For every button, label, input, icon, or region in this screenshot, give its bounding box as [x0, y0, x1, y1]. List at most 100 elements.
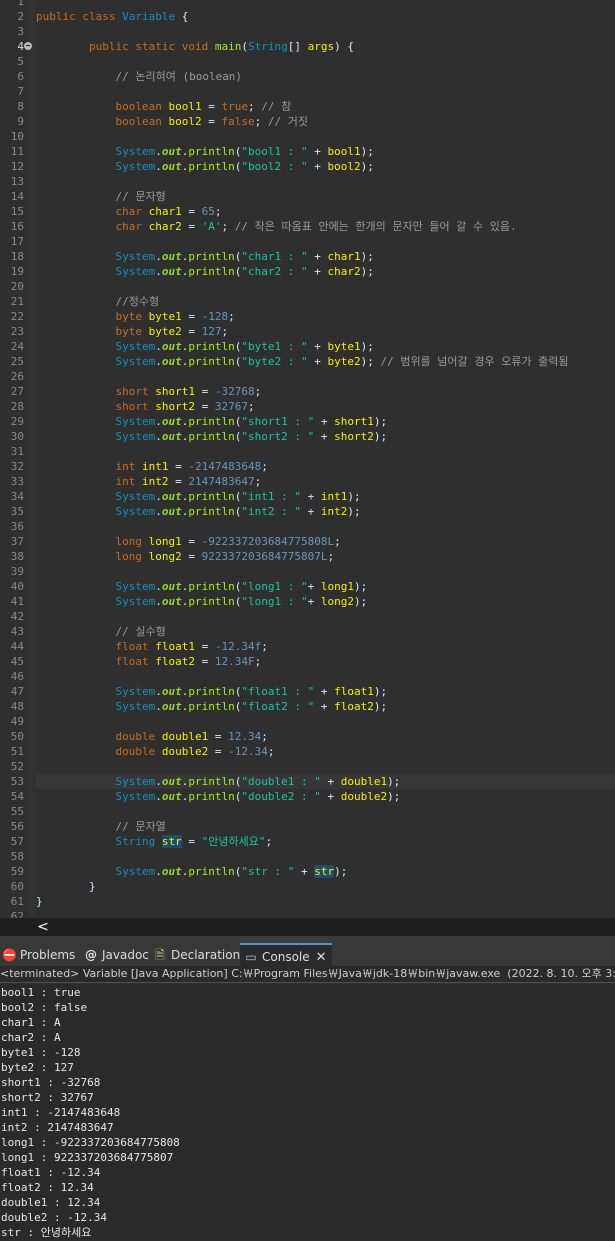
line-number: 26	[10, 370, 24, 383]
horizontal-scrollbar[interactable]: <	[0, 918, 615, 936]
line-number: 42	[10, 610, 24, 623]
view-tab-bar: ⛔ Problems @ Javadoc 🗎 Declaration ▭ Console…	[0, 943, 615, 967]
tab-label: Console	[262, 950, 310, 964]
code-line-56: // 문자열	[115, 820, 166, 833]
code-line-37: long long1 = -922337203684775808L;	[115, 535, 341, 548]
code-line-21: //정수형	[115, 295, 160, 308]
console-output-line: double1 : 12.34	[1, 1196, 101, 1209]
line-number: 50	[10, 730, 24, 743]
console-output-line: int2 : 2147483647	[1, 1121, 114, 1134]
code-line-2: public class Variable {	[36, 10, 189, 23]
line-number: 29	[10, 415, 24, 428]
line-number: 10	[10, 130, 24, 143]
console-output-line: char1 : A	[1, 1016, 61, 1029]
line-number: 48	[10, 700, 24, 713]
code-line-44: float float1 = -12.34f;	[115, 640, 268, 653]
code-line-45: float float2 = 12.34F;	[115, 655, 262, 668]
code-line-23: byte byte2 = 127;	[115, 325, 229, 338]
console-output-line: float2 : 12.34	[1, 1181, 94, 1194]
code-line-6: // 논리혀여 (boolean)	[115, 70, 243, 83]
code-line-57: String str = "안녕하세요";	[115, 835, 273, 848]
code-line-12: System.out.println("bool2 : " + bool2);	[115, 160, 374, 173]
line-number: 14	[10, 190, 24, 203]
line-number: 28	[10, 400, 24, 413]
line-number: 61	[10, 895, 24, 908]
javadoc-icon: @	[85, 948, 97, 962]
line-number: 44	[10, 640, 24, 653]
line-number: 1	[17, 0, 24, 8]
code-line-47: System.out.println("float1 : " + float1)…	[115, 685, 388, 698]
code-line-50: double double1 = 12.34;	[115, 730, 268, 743]
code-line-19: System.out.println("char2 : " + char2);	[115, 265, 374, 278]
console-output[interactable]: bool1 : true bool2 : false char1 : A char2 …	[0, 984, 615, 1241]
line-number: 21	[10, 295, 24, 308]
console-output-line: bool1 : true	[1, 986, 81, 999]
console-output-line: char2 : A	[1, 1031, 61, 1044]
line-number: 34	[10, 490, 24, 503]
console-output-line: float1 : -12.34	[1, 1166, 101, 1179]
line-number: 59	[10, 865, 24, 878]
tab-javadoc[interactable]: @ Javadoc	[84, 943, 150, 967]
code-line-43: // 실수형	[115, 625, 166, 638]
scroll-left-arrow-icon[interactable]: <	[36, 918, 50, 936]
code-line-4: public static void main(String[] args) {	[88, 40, 354, 53]
line-number: 7	[17, 85, 24, 98]
line-number: 41	[10, 595, 24, 608]
code-area[interactable]: public class Variable { public static vo…	[36, 0, 615, 918]
line-number: 25	[10, 355, 24, 368]
tab-label: Javadoc	[102, 948, 149, 962]
console-output-line: double2 : -12.34	[1, 1211, 107, 1224]
panel-divider[interactable]	[0, 936, 615, 943]
line-number: 20	[10, 280, 24, 293]
code-line-33: int int2 = 2147483647;	[115, 475, 262, 488]
code-line-29: System.out.println("short1 : " + short1)…	[115, 415, 388, 428]
code-line-25: System.out.println("byte2 : " + byte2); …	[115, 355, 569, 368]
tab-problems[interactable]: ⛔ Problems	[2, 943, 78, 967]
code-line-59: System.out.println("str : " + str);	[115, 865, 348, 878]
line-number: 12	[10, 160, 24, 173]
code-line-53-current: System.out.println("double1 : " + double…	[36, 774, 615, 789]
line-number: 31	[10, 445, 24, 458]
line-number: 51	[10, 745, 24, 758]
console-output-line: byte1 : -128	[1, 1046, 81, 1059]
code-line-16: char char2 = 'A'; // 작은 따옴표 안에는 한개의 문자만 …	[115, 220, 517, 233]
console-output-line: str : 안녕하세요	[1, 1226, 92, 1239]
line-number: 23	[10, 325, 24, 338]
tab-label: Declaration	[171, 948, 241, 962]
line-number: 24	[10, 340, 24, 353]
line-number: 17	[10, 235, 24, 248]
line-number: 62	[10, 910, 24, 918]
code-line-32: int int1 = -2147483648;	[115, 460, 268, 473]
line-number: 5	[17, 55, 24, 68]
code-line-24: System.out.println("byte1 : " + byte1);	[115, 340, 374, 353]
line-number: 13	[10, 175, 24, 188]
code-line-9: boolean bool2 = false; // 거짓	[115, 115, 308, 128]
console-output-line: short2 : 32767	[1, 1091, 94, 1104]
code-line-38: long long2 = 922337203684775807L;	[115, 550, 335, 563]
code-line-30: System.out.println("short2 : " + short2)…	[115, 430, 388, 443]
line-number: 36	[10, 520, 24, 533]
line-number: 55	[10, 805, 24, 818]
console-output-line: long1 : 922337203684775807	[1, 1151, 174, 1164]
declaration-icon: 🗎	[155, 948, 165, 962]
code-line-61: }	[36, 895, 43, 908]
code-line-41: System.out.println("long1 : "+ long2);	[115, 595, 368, 608]
line-number: 33	[10, 475, 24, 488]
line-number: 43	[10, 625, 24, 638]
code-line-34: System.out.println("int1 : " + int1);	[115, 490, 361, 503]
line-number: 27	[10, 385, 24, 398]
line-number: 60	[10, 880, 24, 893]
line-number: 32	[10, 460, 24, 473]
line-number: 40	[10, 580, 24, 593]
code-editor[interactable]: 1 2 3 4 5 6 7 8 9 10 11 12 13 14 15 16 17 18 19 20 21 22 23 24 2…	[0, 0, 615, 918]
override-marker-icon[interactable]	[24, 42, 32, 50]
code-line-27: short short1 = -32768;	[115, 385, 262, 398]
tab-declaration[interactable]: 🗎 Declaration	[153, 943, 241, 967]
line-number: 45	[10, 655, 24, 668]
code-line-51: double double2 = -12.34;	[115, 745, 275, 758]
console-status: <terminated> Variable [Java Application]…	[0, 967, 615, 983]
code-line-8: boolean bool1 = true; // 참	[115, 100, 292, 113]
console-icon: ▭	[245, 950, 257, 964]
tab-console[interactable]: ▭ Console ✕	[240, 943, 332, 967]
line-number: 53	[10, 775, 24, 788]
